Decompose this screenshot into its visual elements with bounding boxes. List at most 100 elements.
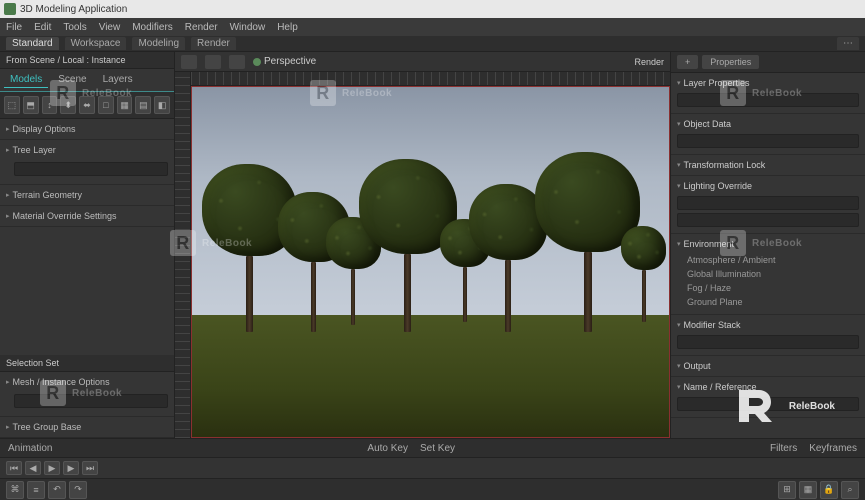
r-lighting-slot2[interactable] [677,213,859,227]
r-name-hdr[interactable]: Name / Reference [677,380,859,394]
r-modifier-hdr[interactable]: Modifier Stack [677,318,859,332]
play-end-icon[interactable]: ⏭ [82,461,98,475]
r-layer-hdr[interactable]: Layer Properties [677,76,859,90]
tl-autokey[interactable]: Auto Key [367,443,408,454]
tl-setkey[interactable]: Set Key [420,443,455,454]
tl-keyframes[interactable]: Keyframes [809,443,857,454]
r-modifier: Modifier Stack [671,315,865,356]
tool-grid-icon[interactable]: ▦ [117,96,133,114]
rtab-properties[interactable]: Properties [702,55,759,69]
subtab-models[interactable]: Models [4,72,48,88]
play-icon[interactable]: ▶ [44,461,60,475]
r-env-list: Atmosphere / Ambient Global Illumination… [677,251,859,311]
section-material-hdr[interactable]: Material Override Settings [0,208,174,224]
ruler-vertical [175,72,191,438]
render-view[interactable] [191,86,670,438]
r-output-hdr[interactable]: Output [677,359,859,373]
section-display: Display Options [0,119,174,140]
lower-item-2-hdr[interactable]: Tree Group Base [0,419,174,435]
menu-view[interactable]: View [99,22,121,33]
play-next-icon[interactable]: ▶ [63,461,79,475]
tool-frame-icon[interactable]: □ [98,96,114,114]
section-tree: Tree Layer [0,140,174,185]
tool-select-icon[interactable]: ⬚ [4,96,20,114]
rtab-add[interactable]: + [677,55,698,69]
list-item[interactable]: Fog / Haze [687,281,859,295]
ruler-horizontal [191,72,670,86]
tool-snap-icon[interactable]: ▤ [135,96,151,114]
list-item[interactable]: Global Illumination [687,267,859,281]
status-script-icon[interactable]: ⌘ [6,481,24,499]
menu-modifiers[interactable]: Modifiers [132,22,173,33]
play-start-icon[interactable]: ⏮ [6,461,22,475]
timeline-track[interactable]: ⏮ ◀ ▶ ▶ ⏭ [0,457,865,478]
viewport[interactable] [191,72,670,438]
left-panel: From Scene / Local : Instance Models Sce… [0,52,175,438]
tool-rotate-icon[interactable]: ↕ [42,96,58,114]
viewport-split-icon[interactable] [205,55,221,69]
menu-render[interactable]: Render [185,22,218,33]
tab-standard[interactable]: Standard [6,37,59,50]
lower-item-2: Tree Group Base [0,417,174,438]
section-terrain-hdr[interactable]: Terrain Geometry [0,187,174,203]
menu-edit[interactable]: Edit [34,22,51,33]
left-panel-header: From Scene / Local : Instance [0,52,174,69]
tool-pan-icon[interactable]: ⬌ [79,96,95,114]
status-snap-icon[interactable]: ⊞ [778,481,796,499]
status-undo-icon[interactable]: ↶ [48,481,66,499]
r-layer-slot[interactable] [677,93,859,107]
viewport-label[interactable]: Perspective [253,56,316,67]
r-lighting-slot[interactable] [677,196,859,210]
tool-align-icon[interactable]: ◧ [154,96,170,114]
list-item[interactable]: Ground Plane [687,295,859,309]
menubar: File Edit Tools View Modifiers Render Wi… [0,18,865,36]
r-transform-hdr[interactable]: Transformation Lock [677,158,859,172]
viewport-shade-icon[interactable] [229,55,245,69]
viewport-mode[interactable]: Render [634,57,664,67]
tool-scale-icon[interactable]: ⬍ [60,96,76,114]
tool-move-icon[interactable]: ⬒ [23,96,39,114]
tree-field[interactable] [14,162,168,176]
timeline: Animation Auto Key Set Key Filters Keyfr… [0,438,865,478]
tab-modeling[interactable]: Modeling [132,37,185,50]
menu-help[interactable]: Help [277,22,298,33]
left-subtabs: Models Scene Layers [0,69,174,92]
status-redo-icon[interactable]: ↷ [69,481,87,499]
menu-tools[interactable]: Tools [63,22,86,33]
r-objdata-hdr[interactable]: Object Data [677,117,859,131]
r-modifier-slot[interactable] [677,335,859,349]
status-grid-icon[interactable]: ▦ [799,481,817,499]
section-display-hdr[interactable]: Display Options [0,121,174,137]
r-objdata-slot[interactable] [677,134,859,148]
record-dot-icon [253,58,261,66]
r-lighting-hdr[interactable]: Lighting Override [677,179,859,193]
list-item[interactable]: Atmosphere / Ambient [687,253,859,267]
menu-file[interactable]: File [6,22,22,33]
center-area: Perspective Render [175,52,670,438]
statusbar: ⌘ ≡ ↶ ↷ ⊞ ▦ 🔒 ⌕ [0,478,865,500]
r-env-hdr[interactable]: Environment [677,237,859,251]
tab-render[interactable]: Render [191,37,236,50]
r-layer-props: Layer Properties [671,73,865,114]
r-output: Output [671,356,865,377]
tl-filters[interactable]: Filters [770,443,797,454]
lower-item-1-hdr[interactable]: Mesh / Instance Options [0,374,174,390]
mesh-field[interactable] [14,394,168,408]
subtab-layers[interactable]: Layers [97,72,139,88]
titlebar: 3D Modeling Application [0,0,865,18]
play-prev-icon[interactable]: ◀ [25,461,41,475]
tab-workspace[interactable]: Workspace [65,37,127,50]
status-zoom-icon[interactable]: ⌕ [841,481,859,499]
r-name-slot[interactable] [677,397,859,411]
section-tree-hdr[interactable]: Tree Layer [0,142,174,158]
app-icon [4,3,16,15]
menu-window[interactable]: Window [230,22,266,33]
tab-extra[interactable]: ⋯ [837,37,859,50]
viewport-toolbar: Perspective Render [175,52,670,72]
section-terrain: Terrain Geometry [0,185,174,206]
viewport-maximize-icon[interactable] [181,55,197,69]
status-log-icon[interactable]: ≡ [27,481,45,499]
status-lock-icon[interactable]: 🔒 [820,481,838,499]
subtab-scene[interactable]: Scene [52,72,92,88]
r-objdata: Object Data [671,114,865,155]
